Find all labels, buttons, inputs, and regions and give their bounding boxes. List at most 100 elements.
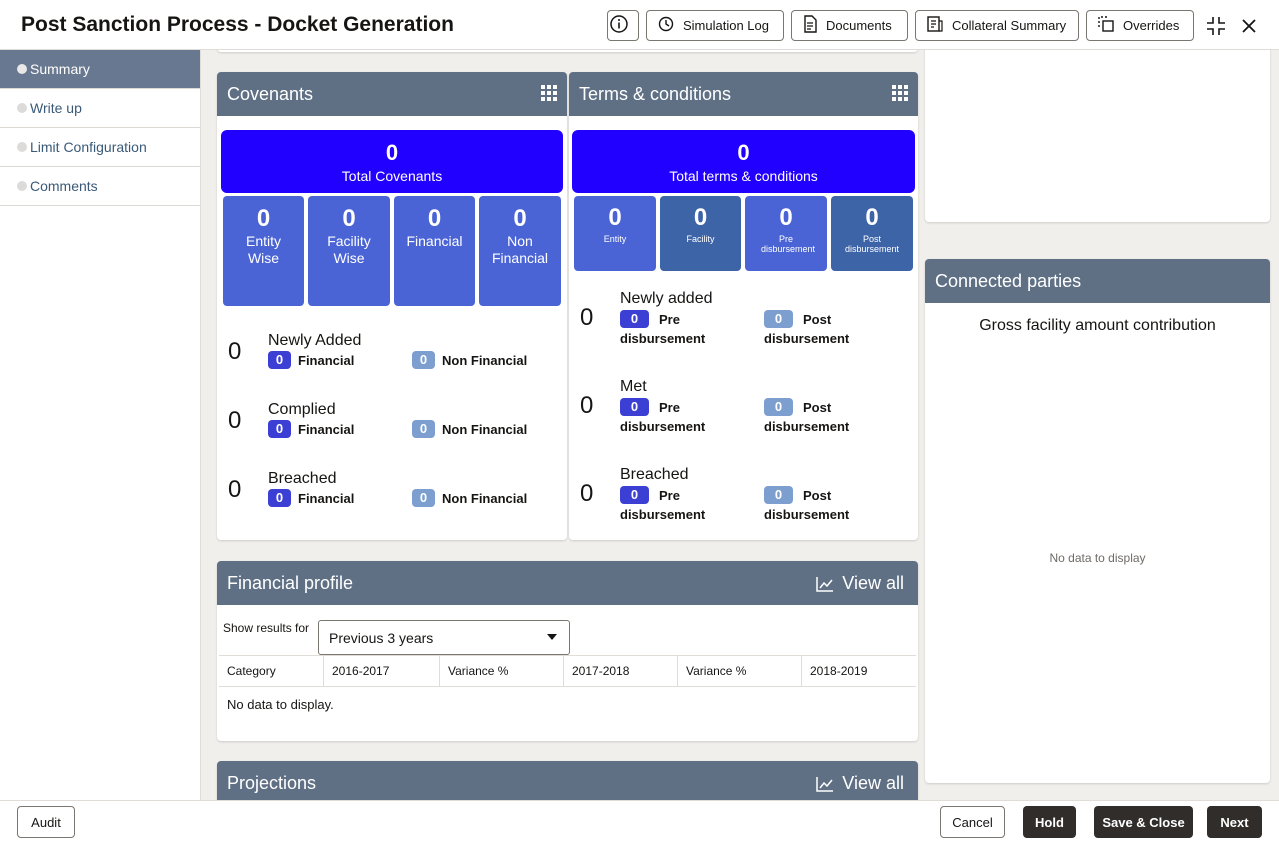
row-title: Breached xyxy=(268,470,337,487)
projections-view-all-link[interactable]: View all xyxy=(816,773,904,794)
covenants-header: Covenants xyxy=(217,72,567,116)
post-label: Post xyxy=(803,312,832,327)
sidebar-item-label: Summary xyxy=(30,61,90,77)
financial-view-all-link[interactable]: View all xyxy=(816,573,904,594)
simulation-log-label: Simulation Log xyxy=(683,18,769,33)
financial-table-header: Category 2016-2017 Variance % 2017-2018 … xyxy=(219,655,916,687)
row-title: Met xyxy=(620,378,647,395)
sidebar-item-label: Comments xyxy=(30,178,98,194)
non-financial-count-badge: 0 xyxy=(412,420,435,438)
non-financial-label: Non Financial xyxy=(491,233,549,266)
collateral-icon xyxy=(926,15,952,36)
overrides-icon xyxy=(1097,15,1123,36)
column-header: Variance % xyxy=(440,656,564,686)
documents-label: Documents xyxy=(826,18,892,33)
pre-disbursement-box: 0 Pre disbursement xyxy=(745,196,827,271)
financial-box: 0 Financial xyxy=(394,196,475,306)
disbursement-label: disbursement xyxy=(620,419,706,434)
facility-box: 0 Facility xyxy=(660,196,741,271)
financial-count-badge: 0 xyxy=(268,351,291,369)
grid-view-icon[interactable] xyxy=(541,85,557,106)
sidebar: Summary Write up Limit Configuration Com… xyxy=(0,50,201,800)
collateral-summary-button[interactable]: Collateral Summary xyxy=(915,10,1079,41)
column-header: Category xyxy=(219,656,324,686)
info-button[interactable] xyxy=(607,10,639,41)
overrides-button[interactable]: Overrides xyxy=(1086,10,1194,41)
covenants-card: Covenants 0 Total Covenants 0 Entity Wis… xyxy=(217,72,567,540)
pre-disbursement-label: Pre disbursement xyxy=(761,234,816,254)
row-title: Newly added xyxy=(620,290,713,307)
grid-view-icon[interactable] xyxy=(892,85,908,106)
disbursement-label: disbursement xyxy=(764,507,850,522)
previous-card-edge xyxy=(217,50,918,52)
info-icon xyxy=(610,15,636,36)
terms-row-newly-added: 0 Newly added 0 Pre disbursement 0 Post … xyxy=(569,289,918,359)
simulation-icon xyxy=(657,15,683,36)
next-button[interactable]: Next xyxy=(1207,806,1262,838)
facility-value: 0 xyxy=(693,204,708,231)
entity-value: 0 xyxy=(608,204,622,231)
connected-parties-title: Connected parties xyxy=(935,270,1082,291)
covenants-row-breached: 0 Breached 0 Financial 0 Non Financial xyxy=(217,468,567,518)
save-close-button[interactable]: Save & Close xyxy=(1094,806,1193,838)
facility-label: Facility xyxy=(686,234,715,244)
financial-label: Financial xyxy=(298,353,355,368)
projections-title: Projections xyxy=(227,772,317,793)
post-count-badge: 0 xyxy=(764,486,793,504)
total-covenants-label: Total Covenants xyxy=(341,168,443,184)
sidebar-item-summary[interactable]: Summary xyxy=(0,50,200,89)
financial-count-badge: 0 xyxy=(268,420,291,438)
hold-button[interactable]: Hold xyxy=(1023,806,1076,838)
row-count: 0 xyxy=(228,407,242,434)
non-financial-box: 0 Non Financial xyxy=(479,196,561,306)
close-icon[interactable] xyxy=(1237,14,1261,38)
caret-down-icon xyxy=(547,634,557,640)
sidebar-item-write-up[interactable]: Write up xyxy=(0,89,200,128)
chart-line-icon xyxy=(816,576,834,592)
pre-count-badge: 0 xyxy=(620,310,649,328)
sidebar-item-comments[interactable]: Comments xyxy=(0,167,200,206)
post-label: Post xyxy=(803,488,832,503)
documents-button[interactable]: Documents xyxy=(791,10,908,41)
projections-header: Projections View all xyxy=(217,761,918,800)
step-dot-icon xyxy=(17,64,27,74)
total-terms-label: Total terms & conditions xyxy=(669,168,818,184)
period-select[interactable]: Previous 3 years xyxy=(318,620,570,655)
sidebar-item-limit-configuration[interactable]: Limit Configuration xyxy=(0,128,200,167)
column-header: 2017-2018 xyxy=(564,656,678,686)
non-financial-count-badge: 0 xyxy=(412,351,435,369)
terms-row-breached: 0 Breached 0 Pre disbursement 0 Post dis… xyxy=(569,465,918,535)
non-financial-value: 0 xyxy=(513,205,527,232)
entity-wise-label: Entity Wise xyxy=(245,233,281,266)
disbursement-label: disbursement xyxy=(764,419,850,434)
entity-label: Entity xyxy=(603,234,627,244)
column-header: Variance % xyxy=(678,656,802,686)
simulation-log-button[interactable]: Simulation Log xyxy=(646,10,784,41)
row-count: 0 xyxy=(228,338,242,365)
post-disbursement-value: 0 xyxy=(865,204,879,231)
page-title: Post Sanction Process - Docket Generatio… xyxy=(21,13,454,36)
non-financial-label: Non Financial xyxy=(442,353,528,368)
pre-count-badge: 0 xyxy=(620,398,649,416)
connected-parties-subtitle: Gross facility amount contribution xyxy=(979,317,1216,334)
collateral-summary-label: Collateral Summary xyxy=(952,18,1067,33)
connected-parties-card: Connected parties Gross facility amount … xyxy=(925,259,1270,783)
cancel-button[interactable]: Cancel xyxy=(940,806,1005,838)
entity-box: 0 Entity xyxy=(574,196,656,271)
documents-icon xyxy=(802,15,826,36)
main-content[interactable]: Covenants 0 Total Covenants 0 Entity Wis… xyxy=(201,50,1279,800)
connected-parties-empty: No data to display xyxy=(1049,551,1146,565)
view-all-label: View all xyxy=(842,773,904,793)
step-dot-icon xyxy=(17,181,27,191)
financial-profile-title: Financial profile xyxy=(227,572,354,593)
covenants-row-complied: 0 Complied 0 Financial 0 Non Financial xyxy=(217,399,567,449)
chart-line-icon xyxy=(816,776,834,792)
column-header: 2016-2017 xyxy=(324,656,440,686)
total-terms-box: 0 Total terms & conditions xyxy=(572,130,915,193)
row-title: Breached xyxy=(620,466,689,483)
non-financial-label: Non Financial xyxy=(442,491,528,506)
page-header: Post Sanction Process - Docket Generatio… xyxy=(0,0,1279,50)
collapse-icon[interactable] xyxy=(1204,14,1228,38)
audit-button[interactable]: Audit xyxy=(17,806,75,838)
terms-row-met: 0 Met 0 Pre disbursement 0 Post disburse… xyxy=(569,377,918,447)
